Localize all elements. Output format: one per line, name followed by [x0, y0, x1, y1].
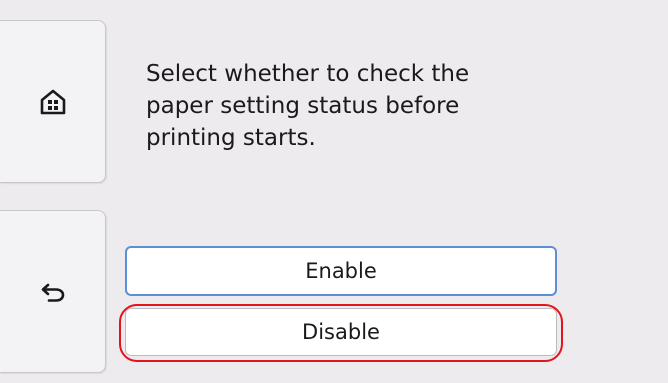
enable-label: Enable: [305, 259, 377, 283]
back-arrow-icon: [40, 281, 66, 303]
message-line: printing starts.: [146, 125, 316, 151]
message-line: Select whether to check the: [146, 61, 470, 87]
instruction-message: Select whether to check the paper settin…: [146, 58, 546, 154]
home-icon: [40, 89, 66, 115]
enable-button[interactable]: Enable: [125, 246, 557, 296]
disable-button[interactable]: Disable: [125, 308, 557, 356]
home-button[interactable]: [0, 20, 106, 183]
printer-screen: Select whether to check the paper settin…: [0, 0, 668, 383]
disable-label: Disable: [302, 320, 380, 344]
back-button[interactable]: [0, 210, 106, 373]
message-line: paper setting status before: [146, 93, 460, 119]
